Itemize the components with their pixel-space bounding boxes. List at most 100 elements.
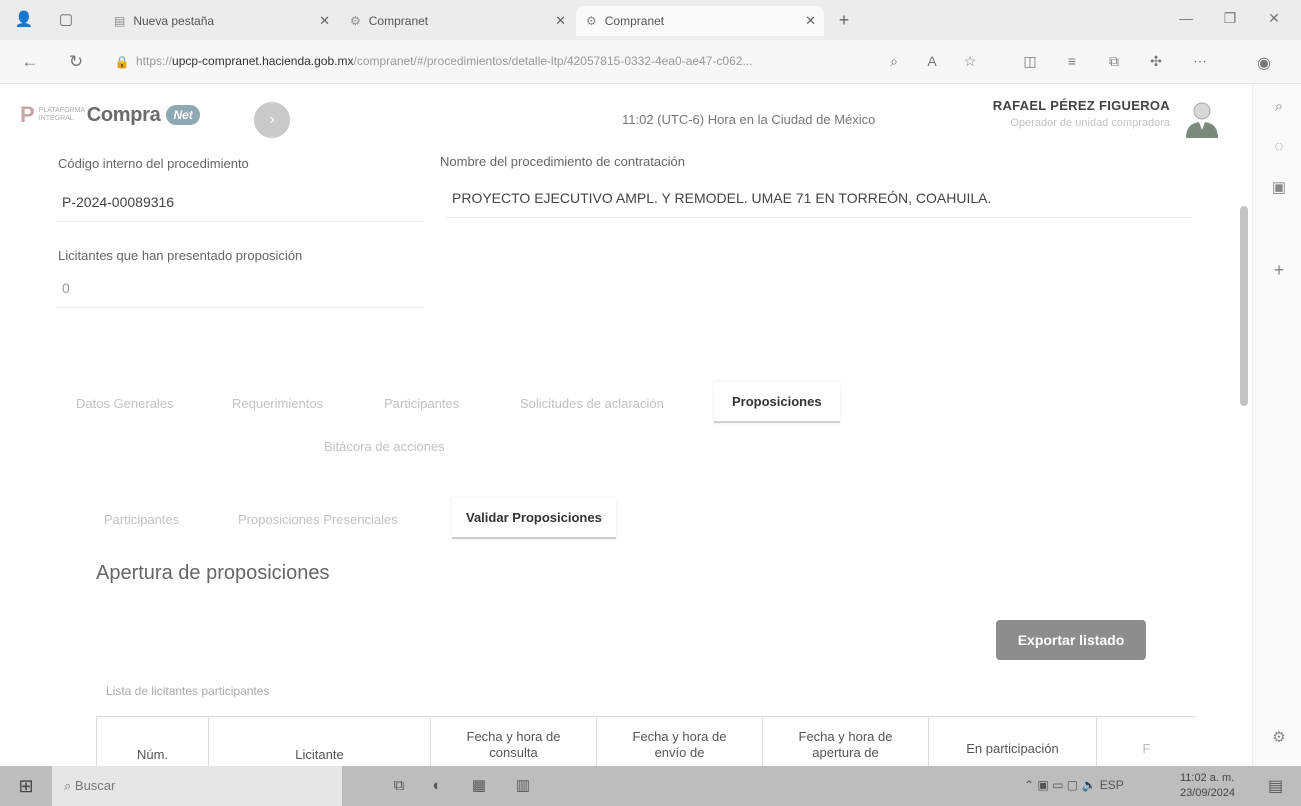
section-title: Apertura de proposiciones	[96, 562, 330, 584]
name-value: PROYECTO EJECUTIVO AMPL. Y REMODEL. UMAE…	[446, 178, 1192, 218]
url-field[interactable]: https://upcp-compranet.hacienda.gob.mx/c…	[136, 54, 866, 68]
close-icon[interactable]: ✕	[805, 13, 816, 29]
tab-datos-generales[interactable]: Datos Generales	[76, 396, 174, 411]
page-icon: ▤	[114, 14, 126, 28]
read-aloud-icon[interactable]: A	[922, 53, 942, 69]
collections-icon[interactable]: ⧉	[1104, 53, 1124, 70]
browser-tab-bar: 👤 ▢ ▤ Nueva pestaña ✕ ⚙ Compranet ✕ ⚙ Co…	[0, 0, 1301, 40]
close-icon[interactable]: ✕	[319, 13, 330, 29]
bidders-table-header: Núm. Licitante Fecha y hora de consulta …	[96, 716, 1196, 766]
current-time: 11:02 (UTC-6) Hora en la Ciudad de Méxic…	[622, 112, 876, 127]
subtab-validar-proposiciones[interactable]: Validar Proposiciones	[452, 498, 616, 539]
export-list-button[interactable]: Exportar listado	[996, 620, 1146, 660]
volume-icon[interactable]: 🔈	[1081, 778, 1096, 792]
page-scrollbar[interactable]	[1240, 206, 1248, 406]
column-header[interactable]: F	[1096, 717, 1196, 766]
close-window-icon[interactable]: ✕	[1264, 10, 1284, 27]
list-label: Lista de licitantes participantes	[106, 684, 270, 698]
network-icon[interactable]: ▣	[1037, 778, 1048, 792]
clock-date: 23/09/2024	[1180, 787, 1236, 799]
url-path: /compranet/#/procedimientos/detalle-ltp/…	[353, 54, 753, 68]
code-value: P-2024-00089316	[56, 182, 424, 222]
column-header[interactable]: En participación	[928, 717, 1096, 766]
tab-bitacora-acciones[interactable]: Bitácora de acciones	[324, 439, 445, 454]
tab-label: Compranet	[604, 14, 665, 28]
compranet-logo[interactable]: P Plataforma Integral Compra Net	[20, 102, 200, 128]
compranet-favicon-icon: ⚙	[586, 14, 597, 28]
browser-sidebar: ⌕ ◌ ▣ + ⚙	[1252, 84, 1301, 766]
back-arrow-icon[interactable]: ←	[20, 52, 40, 72]
search-icon[interactable]: ⌕	[1269, 98, 1289, 115]
browser-tab-compranet-1[interactable]: ⚙ Compranet ✕	[340, 6, 574, 36]
tab-label: Compranet	[368, 14, 429, 28]
notifications-icon[interactable]: ▤	[1268, 776, 1283, 796]
url-host: upcp-compranet.hacienda.gob.mx	[172, 54, 354, 68]
logo-word: Compra	[86, 103, 161, 126]
system-tray: ⌃ ▣ ▭ ▢ 🔈 ESP	[1024, 778, 1124, 792]
close-icon[interactable]: ✕	[555, 13, 566, 29]
subtab-proposiciones-presenciales[interactable]: Proposiciones Presenciales	[238, 512, 398, 527]
column-header[interactable]: Fecha y hora de envío de	[596, 717, 762, 766]
bidders-label: Licitantes que han presentado proposició…	[58, 248, 303, 263]
avatar[interactable]	[1182, 98, 1222, 138]
browser-tab-new[interactable]: ▤ Nueva pestaña ✕	[104, 6, 338, 36]
user-name: RAFAEL PÉREZ FIGUEROA	[992, 98, 1170, 113]
url-prefix: https://	[136, 54, 173, 68]
app-header: P Plataforma Integral Compra Net › 11:02…	[0, 84, 1240, 150]
settings-gear-icon[interactable]: ⚙	[1269, 728, 1289, 746]
more-menu-icon[interactable]: ⋯	[1190, 53, 1210, 70]
battery-icon[interactable]: ▭	[1052, 778, 1063, 792]
subtab-participantes[interactable]: Participantes	[104, 512, 179, 527]
favorite-star-icon[interactable]: ☆	[960, 53, 980, 70]
file-explorer-icon[interactable]: ▦	[466, 774, 492, 798]
copilot-icon[interactable]: ◉	[1254, 53, 1274, 73]
new-tab-button[interactable]: +	[834, 10, 854, 30]
search-placeholder: Buscar	[74, 778, 116, 793]
tab-participantes[interactable]: Participantes	[384, 396, 459, 411]
windows-taskbar: ⊞ ⌕ Buscar ⧉ ◐ ▦ ▥ ⌃ ▣ ▭ ▢ 🔈 ESP 11:02 a…	[0, 766, 1301, 806]
column-header[interactable]: Licitante	[208, 717, 430, 766]
lock-icon[interactable]: 🔒	[112, 55, 132, 69]
display-icon[interactable]: ▢	[1067, 778, 1078, 792]
tab-proposiciones[interactable]: Proposiciones	[714, 382, 840, 423]
word-app-icon[interactable]: ▥	[510, 774, 536, 798]
split-screen-icon[interactable]: ◫	[1020, 53, 1040, 70]
browser-app-icon[interactable]: ◐	[424, 774, 450, 798]
language-indicator[interactable]: ESP	[1100, 778, 1124, 792]
add-icon[interactable]: +	[1269, 260, 1289, 281]
minimize-icon[interactable]: —	[1176, 10, 1196, 26]
logo-mark-icon: P	[20, 102, 35, 127]
shopping-icon[interactable]: ◌	[1269, 138, 1289, 155]
refresh-icon[interactable]: ↻	[66, 52, 86, 72]
task-view-icon[interactable]: ⧉	[386, 774, 412, 798]
zoom-icon[interactable]: ⌕	[884, 53, 904, 70]
user-role: Operador de unidad compradora	[1010, 117, 1170, 129]
extensions-icon[interactable]: ✣	[1146, 53, 1166, 70]
code-label: Código interno del procedimiento	[58, 156, 249, 171]
chevron-right-icon: ›	[269, 111, 275, 128]
bidders-value: 0	[56, 268, 424, 308]
windows-start-icon[interactable]: ⊞	[14, 776, 38, 797]
office-icon[interactable]: ▣	[1269, 178, 1289, 196]
taskbar-clock[interactable]: 11:02 a. m. 23/09/2024	[1180, 771, 1235, 801]
workspaces-icon[interactable]: ▢	[56, 10, 76, 30]
logo-tagline: Plataforma Integral	[38, 107, 85, 122]
profile-icon[interactable]: 👤	[14, 10, 34, 30]
tab-requerimientos[interactable]: Requerimientos	[232, 396, 323, 411]
taskbar-search[interactable]: ⌕ Buscar	[52, 766, 342, 806]
column-header[interactable]: Fecha y hora de consulta	[430, 717, 596, 766]
compranet-favicon-icon: ⚙	[350, 14, 361, 28]
clock-time: 11:02 a. m.	[1180, 772, 1235, 784]
menu-toggle-button[interactable]: ›	[254, 102, 290, 138]
restore-icon[interactable]: ❐	[1220, 10, 1240, 27]
browser-tab-compranet-2[interactable]: ⚙ Compranet ✕	[576, 6, 824, 36]
name-label: Nombre del procedimiento de contratación	[440, 154, 685, 169]
procedure-detail: Código interno del procedimiento P-2024-…	[0, 150, 1240, 766]
tab-solicitudes-aclaracion[interactable]: Solicitudes de aclaración	[520, 396, 664, 411]
column-header[interactable]: Núm.	[96, 717, 208, 766]
address-bar: ← ↻ 🔒 https://upcp-compranet.hacienda.go…	[0, 40, 1301, 84]
chevron-up-icon[interactable]: ⌃	[1024, 778, 1034, 792]
search-icon: ⌕	[64, 778, 72, 793]
column-header[interactable]: Fecha y hora de apertura de	[762, 717, 928, 766]
favorites-icon[interactable]: ≡	[1062, 53, 1082, 69]
